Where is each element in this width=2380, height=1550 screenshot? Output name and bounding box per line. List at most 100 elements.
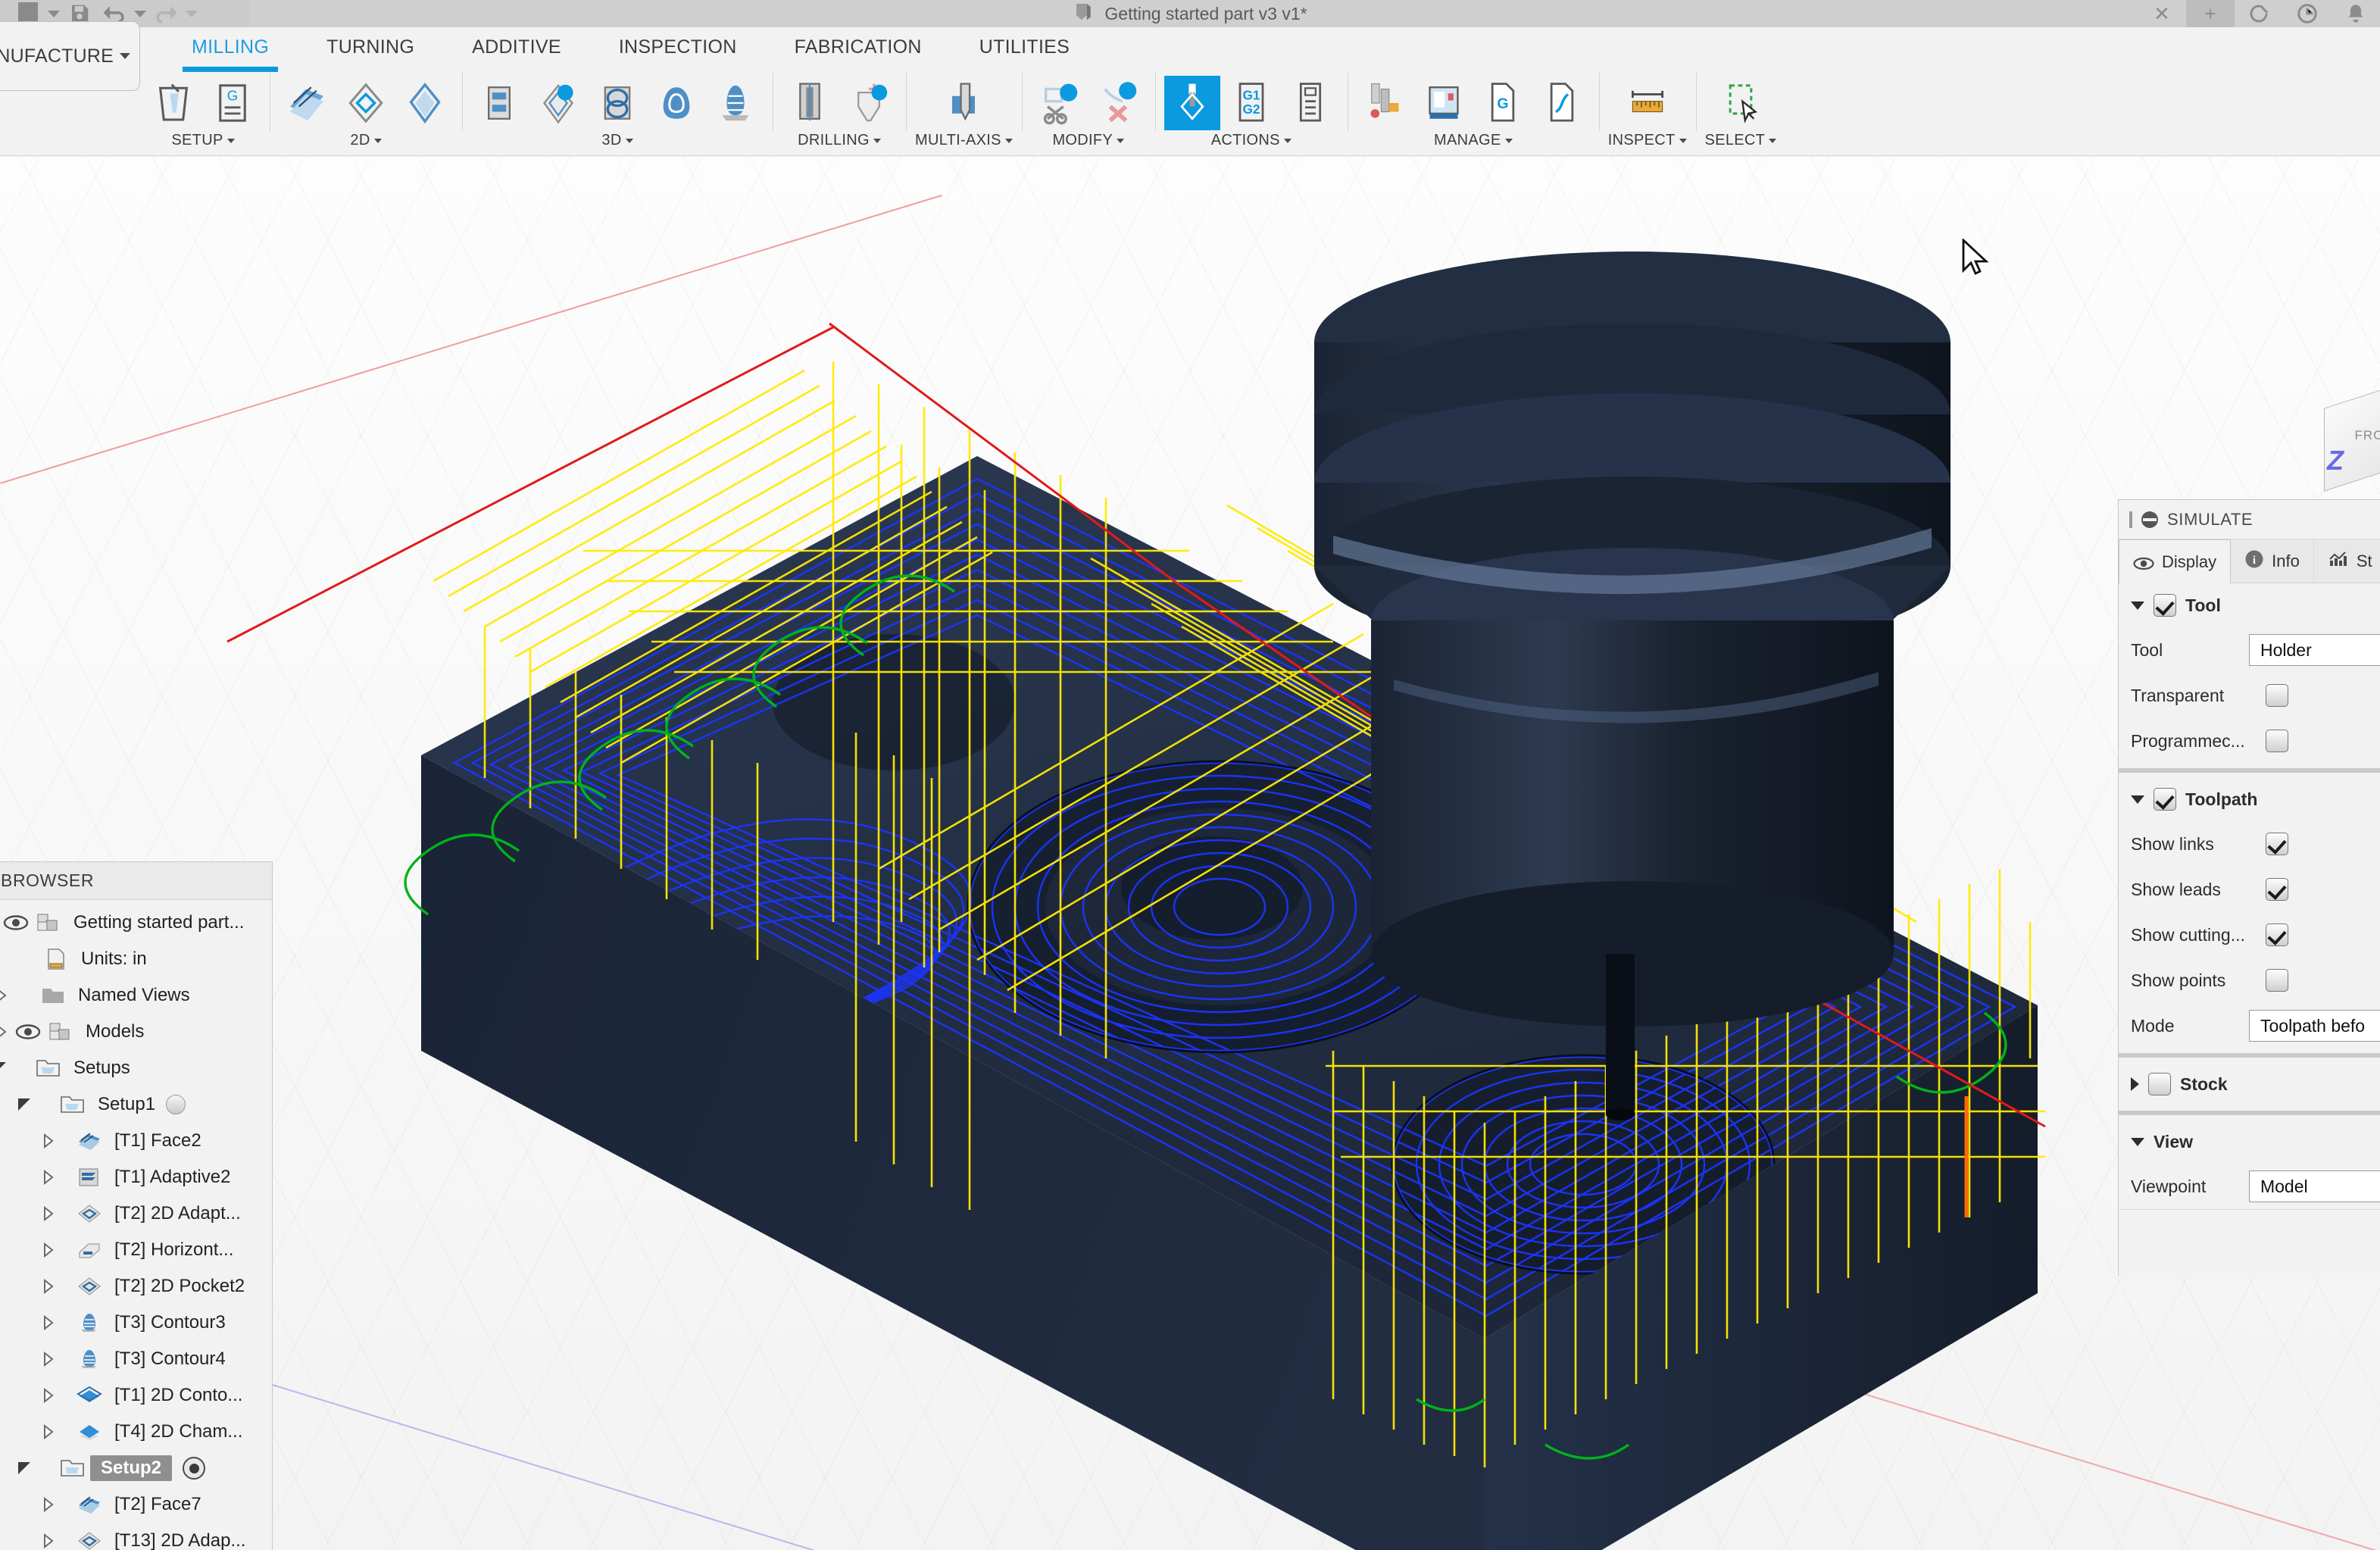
tree-item-operation[interactable]: [T2] Horizont... — [0, 1232, 272, 1268]
view-cube[interactable]: FRONT Z — [2297, 369, 2380, 492]
expander-chevron-icon[interactable] — [0, 987, 13, 1004]
tree-item-operation[interactable]: [T2] Face7 — [0, 1486, 272, 1523]
visibility-eye-icon[interactable] — [1, 915, 31, 930]
tree-item-setup1[interactable]: Setup1 — [0, 1086, 272, 1123]
setup-icon[interactable] — [145, 76, 201, 130]
post-library-icon[interactable]: G — [1475, 76, 1531, 130]
expander-chevron-icon[interactable] — [37, 1423, 60, 1440]
expander-chevron-icon[interactable] — [37, 1133, 60, 1149]
pocket-3d-icon[interactable] — [530, 76, 586, 130]
tree-item-setups[interactable]: Setups — [0, 1050, 272, 1086]
chevron-right-icon[interactable] — [2131, 1077, 2139, 1091]
3d-viewport[interactable]: FRONT Z BROWSER Getting started part... … — [0, 157, 2380, 1550]
mode-select[interactable]: Toolpath befo — [2248, 1010, 2380, 1042]
tree-item-operation[interactable]: [T2] 2D Pocket2 — [0, 1268, 272, 1305]
recent-icon[interactable] — [2283, 0, 2332, 27]
pocket-2d-icon[interactable] — [397, 76, 453, 130]
tree-item-units[interactable]: Units: in — [0, 941, 272, 977]
show-leads-checkbox[interactable] — [2266, 878, 2288, 901]
drill-icon[interactable] — [782, 76, 838, 130]
chevron-down-icon[interactable] — [2131, 1137, 2144, 1146]
tree-item-operation[interactable]: [T1] Face2 — [0, 1123, 272, 1159]
chevron-down-icon[interactable] — [2131, 795, 2144, 804]
face-icon[interactable] — [279, 76, 335, 130]
tab-statistics[interactable]: St — [2313, 539, 2380, 583]
show-points-checkbox[interactable] — [2266, 969, 2288, 992]
machine-library-icon[interactable] — [1416, 76, 1472, 130]
thread-icon[interactable] — [841, 76, 897, 130]
expander-chevron-icon[interactable] — [0, 1023, 13, 1040]
tab-milling[interactable]: MILLING — [163, 32, 298, 72]
tree-item-document[interactable]: Getting started part... — [0, 905, 272, 941]
transparent-checkbox[interactable] — [2266, 684, 2288, 707]
expander-collapse-icon[interactable] — [13, 1462, 36, 1474]
tab-display[interactable]: Display — [2119, 539, 2232, 583]
contour-3d-icon[interactable] — [648, 76, 704, 130]
job-status-icon[interactable] — [2235, 0, 2283, 27]
tool-library-icon[interactable] — [1357, 76, 1413, 130]
simulate-icon[interactable] — [1163, 76, 1220, 130]
setup-sheet-icon[interactable] — [1282, 76, 1338, 130]
expander-chevron-icon[interactable] — [37, 1278, 60, 1295]
trim-icon[interactable] — [1031, 76, 1087, 130]
expander-chevron-icon[interactable] — [37, 1205, 60, 1222]
parallel-icon[interactable] — [707, 76, 764, 130]
tree-item-operation[interactable]: [T3] Contour3 — [0, 1305, 272, 1341]
tree-item-operation[interactable]: [T1] Adaptive2 — [0, 1159, 272, 1195]
tree-item-operation[interactable]: [T3] Contour4 — [0, 1341, 272, 1377]
expander-chevron-icon[interactable] — [37, 1387, 60, 1404]
expander-chevron-icon[interactable] — [37, 1242, 60, 1258]
post-process-icon[interactable]: G1 G2 — [1223, 76, 1279, 130]
viewpoint-select[interactable]: Model — [2248, 1170, 2380, 1202]
drag-handle[interactable] — [2129, 511, 2132, 528]
section-stock-checkbox[interactable] — [2148, 1073, 2171, 1095]
section-tool-checkbox[interactable] — [2154, 594, 2176, 617]
close-icon[interactable]: ✕ — [2138, 0, 2186, 27]
expander-chevron-icon[interactable] — [37, 1314, 60, 1331]
tree-item-named-views[interactable]: Named Views — [0, 977, 272, 1014]
tab-additive[interactable]: ADDITIVE — [443, 32, 590, 63]
expander-collapse-icon[interactable] — [0, 1062, 11, 1074]
horizontal-icon[interactable] — [589, 76, 645, 130]
adaptive-3d-icon[interactable] — [471, 76, 527, 130]
measure-icon[interactable] — [1619, 76, 1676, 130]
tab-turning[interactable]: TURNING — [298, 32, 443, 63]
workspace-switcher[interactable]: MANUFACTURE — [0, 21, 140, 91]
tab-inspection[interactable]: INSPECTION — [590, 32, 766, 63]
expander-chevron-icon[interactable] — [37, 1351, 60, 1367]
section-view-header[interactable]: View — [2119, 1120, 2380, 1164]
show-links-checkbox[interactable] — [2266, 833, 2288, 855]
tree-item-operation[interactable]: [T13] 2D Adap... — [0, 1523, 272, 1550]
section-toolpath-checkbox[interactable] — [2154, 788, 2176, 811]
tree-item-setup2[interactable]: Setup2 — [0, 1450, 272, 1486]
tree-item-operation[interactable]: [T4] 2D Cham... — [0, 1414, 272, 1450]
add-tab-icon[interactable]: + — [2186, 0, 2235, 27]
template-library-icon[interactable] — [1534, 76, 1590, 130]
expander-chevron-icon[interactable] — [37, 1169, 60, 1186]
tab-fabrication[interactable]: FABRICATION — [766, 32, 951, 63]
section-stock-header[interactable]: Stock — [2119, 1062, 2380, 1106]
window-select-icon[interactable] — [1713, 76, 1769, 130]
section-tool-header[interactable]: Tool — [2119, 583, 2380, 627]
notifications-icon[interactable] — [2332, 0, 2380, 27]
setup-activate-radio[interactable] — [166, 1095, 186, 1114]
tree-item-operation[interactable]: [T2] 2D Adapt... — [0, 1195, 272, 1232]
new-nc-program-icon[interactable]: G — [205, 76, 261, 130]
visibility-eye-icon[interactable] — [13, 1024, 43, 1039]
tab-utilities[interactable]: UTILITIES — [951, 32, 1098, 63]
expander-collapse-icon[interactable] — [13, 1098, 36, 1111]
swarf-icon[interactable] — [935, 76, 992, 130]
expander-chevron-icon[interactable] — [37, 1533, 60, 1549]
section-toolpath-header[interactable]: Toolpath — [2119, 777, 2380, 821]
expander-chevron-icon[interactable] — [37, 1496, 60, 1513]
chevron-down-icon[interactable] — [2131, 601, 2144, 610]
show-cutting-moves-checkbox[interactable] — [2266, 923, 2288, 946]
adaptive-2d-icon[interactable] — [338, 76, 394, 130]
setup-activate-radio[interactable] — [183, 1457, 206, 1480]
programmed-checkbox[interactable] — [2266, 730, 2288, 752]
tool-select[interactable]: Holder — [2248, 634, 2380, 666]
tab-info[interactable]: i Info — [2231, 539, 2314, 583]
tree-item-operation[interactable]: [T1] 2D Conto... — [0, 1377, 272, 1414]
delete-toolpath-icon[interactable] — [1090, 76, 1146, 130]
tree-item-models[interactable]: Models — [0, 1014, 272, 1050]
